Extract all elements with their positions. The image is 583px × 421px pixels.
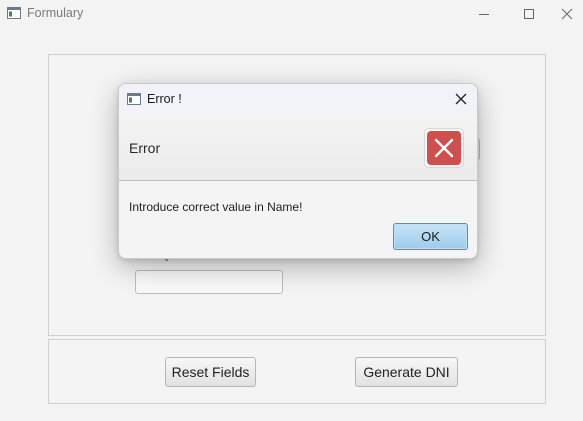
- close-icon: [455, 93, 467, 105]
- dialog-header: Error: [119, 114, 477, 181]
- error-badge: [424, 128, 464, 168]
- error-badge-fill: [427, 131, 461, 165]
- reset-fields-button[interactable]: Reset Fields: [165, 357, 256, 387]
- ok-button[interactable]: OK: [393, 223, 468, 250]
- main-window: Formulary Reset Fields Generate DNI Erro…: [0, 0, 583, 421]
- title-bar[interactable]: Formulary: [0, 0, 583, 28]
- app-window-icon: [7, 7, 21, 19]
- minimize-icon: [479, 14, 489, 15]
- dialog-header-text: Error: [129, 140, 161, 156]
- maximize-icon: [524, 9, 534, 19]
- close-window-button[interactable]: [551, 0, 583, 28]
- dialog-close-button[interactable]: [453, 91, 469, 107]
- generate-dni-button[interactable]: Generate DNI: [355, 357, 458, 387]
- minimize-button[interactable]: [461, 0, 507, 28]
- window-title: Formulary: [27, 6, 84, 20]
- dialog-title: Error !: [147, 92, 182, 106]
- error-x-icon: [434, 138, 454, 158]
- maximize-button[interactable]: [506, 0, 552, 28]
- app-window-icon: [127, 93, 141, 105]
- error-dialog: Error ! Error Introduce correct value in…: [118, 83, 478, 259]
- close-icon: [561, 8, 573, 20]
- button-panel: [48, 339, 546, 404]
- dialog-title-bar[interactable]: Error !: [119, 84, 477, 114]
- dialog-message: Introduce correct value in Name!: [129, 200, 303, 214]
- form-text-field[interactable]: [135, 270, 283, 294]
